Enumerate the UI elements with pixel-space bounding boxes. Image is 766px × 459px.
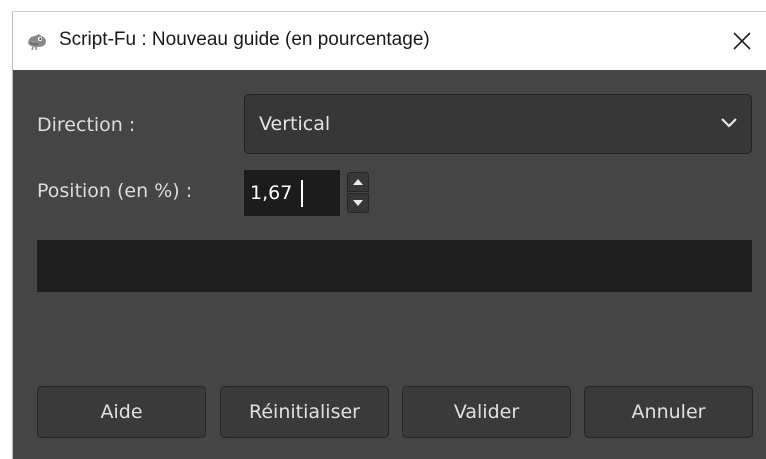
direction-selected-value: Vertical: [259, 113, 331, 135]
title-bar[interactable]: Script-Fu : Nouveau guide (en pourcentag…: [13, 12, 766, 70]
text-cursor: [301, 180, 303, 207]
position-stepper: [347, 172, 369, 214]
ok-button[interactable]: Valider: [402, 386, 571, 438]
position-input[interactable]: 1,67: [244, 170, 340, 216]
position-value: 1,67: [250, 182, 293, 204]
arrow-down-icon[interactable]: [347, 193, 369, 213]
help-button[interactable]: Aide: [37, 386, 206, 438]
direction-label: Direction :: [37, 114, 136, 136]
window-title: Script-Fu : Nouveau guide (en pourcentag…: [59, 29, 430, 50]
reset-button[interactable]: Réinitialiser: [220, 386, 389, 438]
close-icon[interactable]: [727, 26, 757, 56]
progress-bar: [37, 240, 752, 292]
direction-dropdown[interactable]: Vertical: [244, 94, 752, 154]
position-label: Position (en %) :: [37, 180, 193, 202]
arrow-up-icon[interactable]: [347, 172, 369, 192]
script-fu-dialog: Script-Fu : Nouveau guide (en pourcentag…: [12, 11, 766, 459]
chevron-down-icon: [719, 115, 739, 131]
cancel-button[interactable]: Annuler: [584, 386, 753, 438]
gimp-icon: [26, 30, 48, 51]
